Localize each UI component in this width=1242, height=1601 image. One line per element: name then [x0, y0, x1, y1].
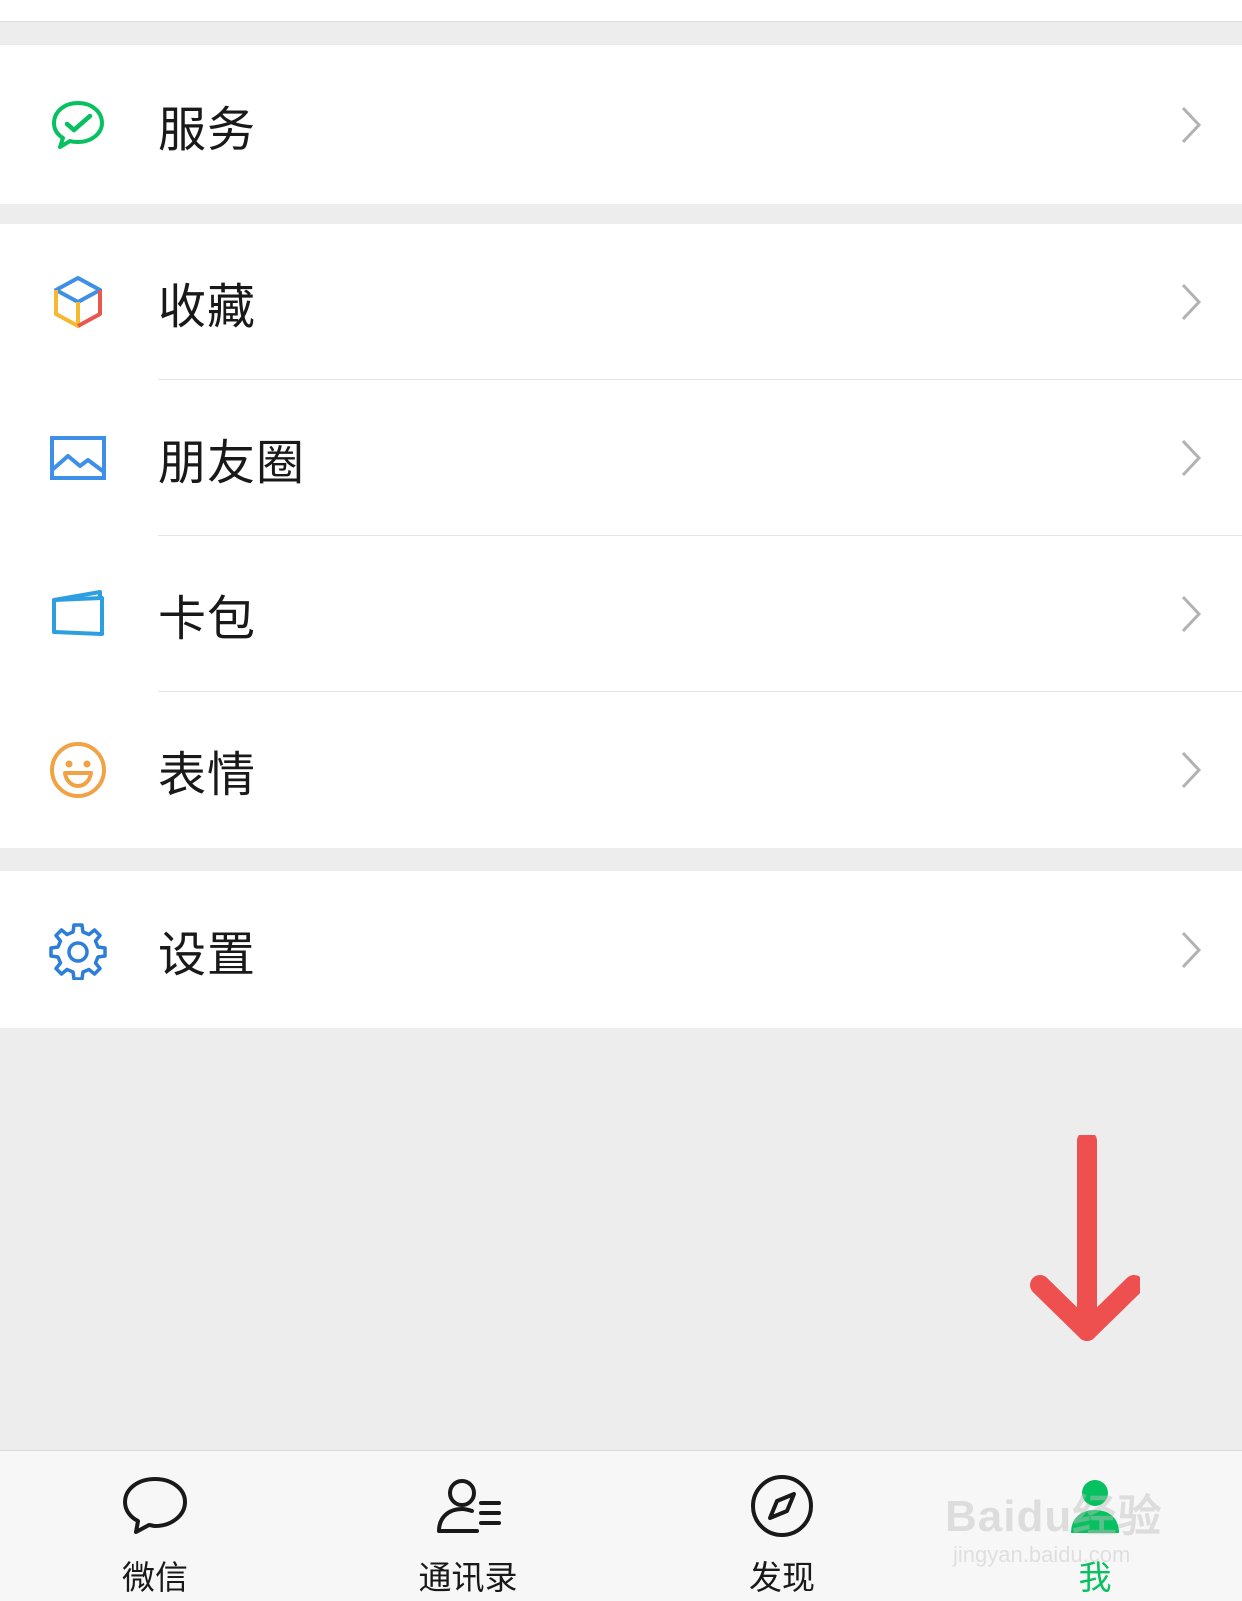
menu-item-stickers[interactable]: 表情	[0, 692, 1242, 848]
chevron-right-icon	[1181, 595, 1202, 633]
features-group: 收藏 朋友圈 卡包 表情	[0, 224, 1242, 848]
chevron-right-icon	[1181, 106, 1202, 143]
tab-me[interactable]: 我	[995, 1451, 1195, 1601]
chevron-right-icon	[1181, 283, 1202, 321]
menu-item-favorites-label: 收藏	[158, 279, 257, 335]
tab-me-label: 我	[1078, 1558, 1112, 1597]
chevron-right-icon	[1181, 751, 1202, 789]
menu-item-card-wallet[interactable]: 卡包	[0, 536, 1242, 692]
menu-item-moments-label: 朋友圈	[158, 435, 306, 491]
tab-contacts[interactable]: 通讯录	[368, 1451, 568, 1601]
annotation-arrow-down-icon	[1030, 1135, 1140, 1341]
wechat-pay-check-icon	[52, 100, 104, 149]
menu-item-settings[interactable]: 设置	[0, 871, 1242, 1028]
menu-item-favorites[interactable]: 收藏	[0, 224, 1242, 380]
gear-icon	[49, 922, 107, 980]
person-icon	[1071, 1480, 1119, 1533]
chat-bubble-icon	[123, 1477, 187, 1534]
menu-item-settings-label: 设置	[158, 926, 257, 983]
settings-group: 设置	[0, 871, 1242, 1028]
cube-icon	[54, 276, 102, 328]
top-strip	[0, 0, 1242, 22]
menu-item-services-label: 服务	[158, 101, 257, 158]
tab-chats[interactable]: 微信	[55, 1451, 255, 1601]
compass-icon	[751, 1475, 813, 1537]
tab-discover-label: 发现	[749, 1558, 815, 1597]
photo-icon	[50, 436, 106, 480]
chevron-right-icon	[1181, 931, 1202, 968]
card-icon	[52, 590, 104, 636]
menu-item-stickers-label: 表情	[158, 747, 257, 803]
tab-discover[interactable]: 发现	[682, 1451, 882, 1601]
smiley-icon	[50, 742, 106, 798]
menu-item-card-wallet-label: 卡包	[158, 591, 257, 647]
menu-item-moments[interactable]: 朋友圈	[0, 380, 1242, 536]
menu-item-services[interactable]: 服务	[0, 45, 1242, 204]
bottom-tab-bar: 微信 通讯录 发现 我	[0, 1450, 1242, 1601]
tab-chats-label: 微信	[122, 1558, 188, 1597]
contacts-icon	[437, 1479, 501, 1533]
chevron-right-icon	[1181, 439, 1202, 477]
tab-contacts-label: 通讯录	[418, 1558, 518, 1597]
services-group: 服务	[0, 45, 1242, 204]
